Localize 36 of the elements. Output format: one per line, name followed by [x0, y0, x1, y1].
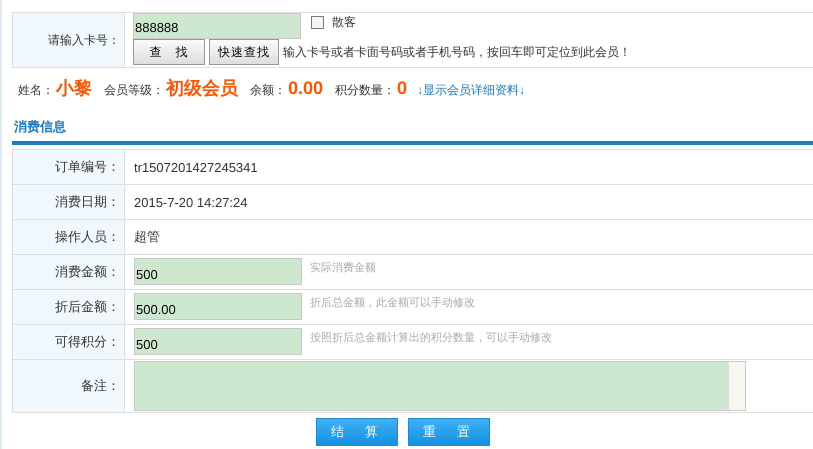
input-field[interactable]: 500.00 [134, 293, 302, 320]
info-label: 积分数量： [335, 82, 396, 99]
section-title: 消费信息 [12, 106, 813, 145]
search-button[interactable]: 查 找 [133, 39, 205, 65]
info-value: 0.00 [288, 78, 324, 99]
field-hint: 折后总金额，此金额可以手动修改 [310, 296, 475, 310]
hint-text: 输入卡号或者卡面号码或者手机号码，按回车即可定位到此会员！ [283, 44, 631, 60]
field-label: 消费金额： [13, 255, 125, 289]
checkbox-label: 散客 [332, 14, 356, 30]
field-label: 折后金额： [13, 290, 125, 324]
scrollbar[interactable] [728, 362, 745, 410]
info-value: 小黎 [56, 77, 92, 100]
input-field[interactable]: 500 [134, 328, 302, 355]
input-field[interactable]: 500 [134, 258, 302, 285]
field-label: 可得积分： [13, 325, 125, 359]
field-label: 请输入卡号： [13, 13, 125, 67]
checkbox-icon[interactable] [311, 16, 324, 28]
field-hint: 实际消费金额 [310, 260, 376, 275]
search-button[interactable]: 快速查找 [209, 39, 279, 65]
info-label: 余额： [250, 82, 286, 99]
field-label: 操作人员： [13, 220, 125, 254]
field-label: 消费日期： [13, 185, 125, 219]
details-link[interactable]: ↓显示会员详细资料↓ [417, 82, 526, 99]
field-value: 超管 [134, 228, 160, 246]
info-label: 姓名： [18, 82, 54, 99]
field-label: 订单编号： [13, 150, 125, 184]
walkin-checkbox[interactable]: 散客 [311, 14, 356, 30]
field-label: 备注： [13, 360, 125, 412]
info-label: 会员等级： [104, 82, 164, 99]
info-value: 初级会员 [166, 77, 238, 100]
notes-field[interactable] [134, 361, 746, 411]
field-hint: 按照折后总金额计算出的积分数量，可以手动修改 [310, 330, 552, 345]
info-value: 0 [397, 78, 408, 99]
card-number-field[interactable]: 888888 [133, 13, 301, 39]
field-value: tr1507201427245341 [134, 160, 258, 174]
field-value: 2015-7-20 14:27:24 [134, 194, 248, 210]
